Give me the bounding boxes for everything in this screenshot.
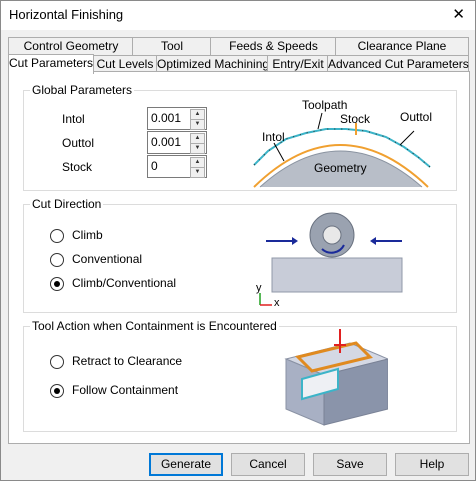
- stock-diagram-label: Stock: [340, 112, 371, 126]
- radio-follow-containment[interactable]: [50, 384, 64, 398]
- outtol-value[interactable]: 0.001: [151, 135, 181, 149]
- cut-direction-diagram: y x: [256, 212, 403, 307]
- radio-retract-to-clearance[interactable]: [50, 355, 64, 369]
- title-bar: Horizontal Finishing ✕: [1, 1, 475, 30]
- outtol-diagram-label: Outtol: [400, 110, 432, 124]
- intol-value[interactable]: 0.001: [151, 111, 181, 125]
- outtol-spinner[interactable]: 0.001 ▲ ▼: [147, 131, 207, 154]
- stock-label: Stock: [62, 160, 93, 174]
- radio-follow-containment-label[interactable]: Follow Containment: [72, 383, 178, 397]
- outtol-leader: [399, 130, 415, 146]
- save-button[interactable]: Save: [313, 453, 387, 476]
- radio-conventional[interactable]: [50, 253, 64, 267]
- radio-climb[interactable]: [50, 229, 64, 243]
- generate-button[interactable]: Generate: [149, 453, 223, 476]
- tolerance-diagram: Toolpath Stock Outtol Intol Geometry: [253, 98, 432, 188]
- spin-down-icon[interactable]: ▼: [190, 119, 205, 130]
- tab-control-geometry[interactable]: Control Geometry: [8, 37, 134, 55]
- cut-direction-title: Cut Direction: [30, 197, 104, 211]
- stock-value[interactable]: 0: [151, 159, 158, 173]
- window-title: Horizontal Finishing: [9, 7, 124, 22]
- tab-feeds-speeds[interactable]: Feeds & Speeds: [210, 37, 337, 55]
- stock-spinner[interactable]: 0 ▲ ▼: [147, 155, 207, 178]
- radio-climb-label[interactable]: Climb: [72, 228, 103, 242]
- tab-panel: Global Parameters Intol 0.001 ▲ ▼ Outtol…: [8, 71, 470, 444]
- axis-x-label: x: [274, 297, 280, 307]
- toolpath-label: Toolpath: [302, 98, 347, 112]
- intol-leader: [273, 142, 285, 162]
- radio-retract-to-clearance-label[interactable]: Retract to Clearance: [72, 354, 182, 368]
- help-button[interactable]: Help: [395, 453, 469, 476]
- containment-group: Tool Action when Containment is Encounte…: [23, 319, 457, 432]
- global-parameters-group: Global Parameters Intol 0.001 ▲ ▼ Outtol…: [23, 83, 457, 191]
- intol-label: Intol: [62, 112, 85, 126]
- geometry-label: Geometry: [314, 161, 367, 175]
- feed-arrowhead-right: [292, 237, 298, 245]
- outtol-label: Outtol: [62, 136, 95, 150]
- tab-cut-parameters[interactable]: Cut Parameters: [8, 54, 94, 74]
- radio-climb-conventional[interactable]: [50, 277, 64, 291]
- containment-diagram: [284, 329, 388, 426]
- workpiece-block: [271, 257, 403, 293]
- toolpath-leader: [317, 112, 323, 130]
- global-parameters-title: Global Parameters: [30, 83, 135, 97]
- dialog-window: Horizontal Finishing ✕ Control Geometry …: [0, 0, 476, 481]
- intol-diagram-label: Intol: [262, 130, 285, 144]
- cut-direction-group: Cut Direction Climb Conventional Climb/C…: [23, 197, 457, 313]
- tab-clearance-plane[interactable]: Clearance Plane: [335, 37, 469, 55]
- spin-down-icon[interactable]: ▼: [190, 167, 205, 178]
- containment-title: Tool Action when Containment is Encounte…: [30, 319, 279, 333]
- close-icon[interactable]: ✕: [452, 5, 465, 23]
- spin-down-icon[interactable]: ▼: [190, 143, 205, 154]
- feed-arrowhead-left: [370, 237, 376, 245]
- radio-conventional-label[interactable]: Conventional: [72, 252, 142, 266]
- tab-tool[interactable]: Tool: [132, 37, 212, 55]
- cutter-hub: [322, 225, 342, 245]
- intol-spinner[interactable]: 0.001 ▲ ▼: [147, 107, 207, 130]
- axis-y-label: y: [256, 282, 262, 294]
- radio-climb-conventional-label[interactable]: Climb/Conventional: [72, 276, 176, 290]
- cancel-button[interactable]: Cancel: [231, 453, 305, 476]
